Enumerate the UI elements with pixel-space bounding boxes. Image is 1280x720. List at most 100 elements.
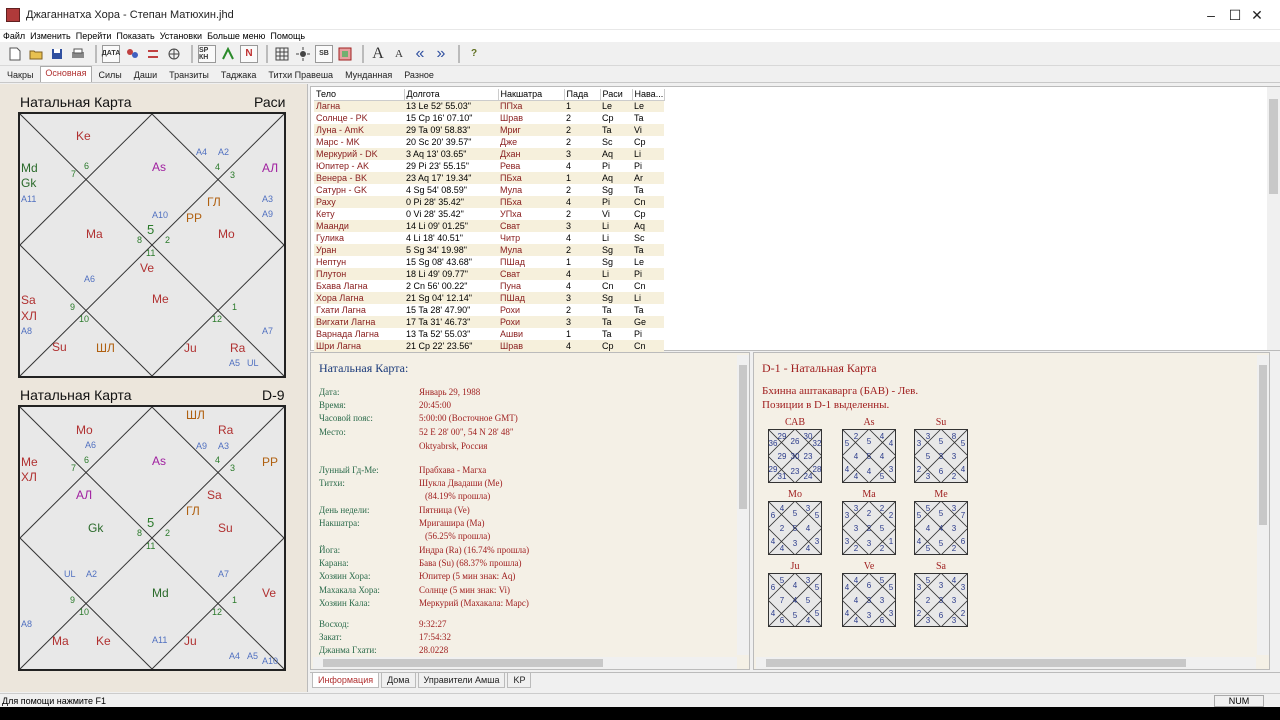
tab-main[interactable]: Основная bbox=[40, 66, 92, 82]
table-row[interactable]: Раху 0 Pi 28' 35.42" ПБха 4 Pi Cn bbox=[314, 196, 664, 208]
menu-edit[interactable]: Изменить bbox=[30, 31, 71, 41]
tab-mundane[interactable]: Мунданная bbox=[340, 68, 397, 82]
table-row[interactable]: Гулика 4 Li 18' 40.51" Читр 4 Li Sc bbox=[314, 232, 664, 244]
kundli-icon[interactable] bbox=[336, 45, 354, 63]
table-row[interactable]: Юпитер - AK 29 Pi 23' 55.15" Рева 4 Pi Pi bbox=[314, 160, 664, 172]
save-icon[interactable] bbox=[48, 45, 66, 63]
table-cell: ПШад bbox=[498, 256, 564, 268]
table-scroll-thumb[interactable] bbox=[1269, 99, 1278, 194]
bav-chart[interactable]: Me 5 5 3 5 7 4 3 4 6 5 2 5 4 bbox=[914, 489, 968, 555]
menu-goto[interactable]: Перейти bbox=[76, 31, 112, 41]
sp-kn-button[interactable]: SP КН bbox=[198, 44, 216, 63]
col-body[interactable]: Тело bbox=[314, 89, 405, 101]
table-cell: Вигхати Лагна bbox=[314, 316, 404, 328]
menu-settings[interactable]: Установки bbox=[160, 31, 202, 41]
font-larger-button[interactable]: A bbox=[369, 45, 387, 63]
table-row[interactable]: Плутон 18 Li 49' 09.77" Сват 4 Li Pi bbox=[314, 268, 664, 280]
info-value: Шукла Двадаши (Me) bbox=[419, 478, 503, 488]
chart-label: UL bbox=[64, 569, 76, 579]
menu-file[interactable]: Файл bbox=[3, 31, 25, 41]
table-cell: Ta bbox=[600, 316, 632, 328]
n-button[interactable]: N bbox=[240, 44, 258, 63]
table-row[interactable]: Варнада Лагна 13 Ta 52' 55.03" Ашви 1 Ta Pi bbox=[314, 328, 664, 340]
col-pada[interactable]: Пада bbox=[564, 89, 601, 101]
table-row[interactable]: Кету 0 Vi 28' 35.42" УПха 2 Vi Cp bbox=[314, 208, 664, 220]
table-row[interactable]: Маанди 14 Li 09' 01.25" Сват 3 Li Aq bbox=[314, 220, 664, 232]
tab-amsha-lords[interactable]: Управители Амша bbox=[417, 673, 506, 688]
menu-view[interactable]: Показать bbox=[116, 31, 154, 41]
font-smaller-button[interactable]: A bbox=[390, 45, 408, 63]
col-nakshatra[interactable]: Накшатра bbox=[498, 89, 565, 101]
chart-label: 6 bbox=[84, 455, 89, 465]
transfer-icon[interactable] bbox=[144, 45, 162, 63]
info-hscrollbar[interactable] bbox=[313, 657, 737, 669]
people-icon[interactable] bbox=[123, 45, 141, 63]
chart-label: 11 bbox=[146, 248, 155, 258]
table-scrollbar[interactable] bbox=[1267, 87, 1280, 350]
help-icon[interactable]: ? bbox=[465, 45, 483, 63]
bav-chart[interactable]: САВ 26 29 30 36 32 29 23 29 28 31 24 23 30 bbox=[768, 417, 822, 483]
info-hscroll-thumb[interactable] bbox=[323, 659, 603, 667]
table-row[interactable]: Хора Лагна 21 Sg 04' 12.14" ПШад 3 Sg Li bbox=[314, 292, 664, 304]
tab-tajaka[interactable]: Таджака bbox=[216, 68, 262, 82]
chart-tool-icon[interactable] bbox=[219, 45, 237, 63]
bav-scrollbar[interactable] bbox=[1257, 355, 1269, 655]
tab-transits[interactable]: Транзиты bbox=[164, 68, 214, 82]
tab-kp[interactable]: KP bbox=[507, 673, 532, 688]
table-row[interactable]: Меркурий - DK 3 Aq 13' 03.65" Дхан 3 Aq Li bbox=[314, 148, 664, 160]
tab-tithi-pravesha[interactable]: Титхи Правеша bbox=[263, 68, 338, 82]
prev-button[interactable]: « bbox=[411, 45, 429, 63]
tab-misc[interactable]: Разное bbox=[399, 68, 439, 82]
info-value: 20:45:00 bbox=[419, 400, 452, 410]
bav-chart-number: 36 bbox=[769, 439, 778, 448]
info-scroll-thumb[interactable] bbox=[739, 365, 747, 509]
table-row[interactable]: Гхати Лагна 15 Ta 28' 47.90" Рохи 2 Ta Ta bbox=[314, 304, 664, 316]
bav-chart[interactable]: Sa 3 5 4 3 3 2 3 2 2 3 3 6 3 bbox=[914, 561, 968, 627]
col-longitude[interactable]: Долгота bbox=[404, 89, 499, 101]
info-scrollbar[interactable] bbox=[737, 355, 749, 655]
tab-strengths[interactable]: Силы bbox=[94, 68, 127, 82]
print-icon[interactable] bbox=[69, 45, 87, 63]
bav-chart-number: 4 bbox=[854, 596, 859, 605]
sb-button[interactable]: SB bbox=[315, 44, 333, 63]
table-row[interactable]: Сатурн - GK 4 Sg 54' 08.59" Мула 2 Sg Ta bbox=[314, 184, 664, 196]
table-row[interactable]: Уран 5 Sg 34' 19.98" Мула 2 Sg Ta bbox=[314, 244, 664, 256]
bav-hscroll-thumb[interactable] bbox=[766, 659, 1186, 667]
col-navamsa[interactable]: Нава... bbox=[632, 89, 665, 101]
globe-icon[interactable] bbox=[165, 45, 183, 63]
bav-chart[interactable]: Su 5 3 8 3 5 5 3 2 4 3 2 6 3 bbox=[914, 417, 968, 483]
tab-dashas[interactable]: Даши bbox=[129, 68, 162, 82]
table-row[interactable]: Шри Лагна 21 Cp 22' 23.56" Шрав 4 Cp Cn bbox=[314, 340, 664, 352]
bav-chart-label: Ve bbox=[863, 561, 875, 572]
open-folder-icon[interactable] bbox=[27, 45, 45, 63]
next-button[interactable]: » bbox=[432, 45, 450, 63]
table-row[interactable]: Марс - MK 20 Sc 20' 39.57" Дже 2 Sc Cp bbox=[314, 136, 664, 148]
tab-houses[interactable]: Дома bbox=[381, 673, 416, 688]
table-row[interactable]: Вигхати Лагна 17 Ta 31' 46.73" Рохи 3 Ta Ge bbox=[314, 316, 664, 328]
close-button[interactable]: ✕ bbox=[1234, 0, 1280, 30]
bav-chart[interactable]: As 5 2 4 5 4 4 4 4 3 4 5 4 5 bbox=[842, 417, 896, 483]
table-row[interactable]: Луна - AmK 29 Ta 09' 58.83" Мриг 2 Ta Vi bbox=[314, 124, 664, 136]
bav-scroll-thumb[interactable] bbox=[1259, 365, 1267, 525]
bav-chart[interactable]: Ve 6 4 5 4 5 4 3 4 3 4 6 3 3 bbox=[842, 561, 896, 627]
tab-information[interactable]: Информация bbox=[312, 673, 380, 688]
grid-icon[interactable] bbox=[273, 45, 291, 63]
navamsa-chart[interactable]: ШЛ Mo A6 Ra A9 A3 MeХЛ 67 As 43 PP АЛ Sa Gk 58 2 ГЛ Su 11 U… bbox=[18, 405, 286, 671]
table-row[interactable]: Бхава Лагна 2 Cn 56' 00.22" Пуна 4 Cn Cn bbox=[314, 280, 664, 292]
data-button[interactable]: ДАТА bbox=[102, 44, 120, 63]
rasi-chart[interactable]: Ke 67 As A4 A2 43 АЛ MdGk A11 A10 ГЛ PP A3 A9 Ma 58 2 Mo 1… bbox=[18, 112, 286, 378]
tab-chakras[interactable]: Чакры bbox=[2, 68, 38, 82]
bav-hscrollbar[interactable] bbox=[756, 657, 1256, 669]
table-row[interactable]: Нептун 15 Sg 08' 43.68" ПШад 1 Sg Le bbox=[314, 256, 664, 268]
bav-chart[interactable]: Mo 5 4 3 6 5 2 4 4 3 4 4 3 5 bbox=[768, 489, 822, 555]
menu-more[interactable]: Больше меню bbox=[207, 31, 265, 41]
col-rasi[interactable]: Раси bbox=[600, 89, 633, 101]
bav-chart[interactable]: Ju 4 5 3 6 5 7 5 4 5 6 4 5 4 bbox=[768, 561, 822, 627]
bav-chart[interactable]: Ma 2 3 2 3 2 3 5 3 1 2 2 3 2 bbox=[842, 489, 896, 555]
table-row[interactable]: Солнце - PK 15 Cp 16' 07.10" Шрав 2 Cp Ta bbox=[314, 112, 664, 124]
table-row[interactable]: Лагна 13 Le 52' 55.03" ППха 1 Le Le bbox=[314, 100, 664, 112]
table-row[interactable]: Венера - BK 23 Aq 17' 19.34" ПБха 1 Aq Ar bbox=[314, 172, 664, 184]
new-file-icon[interactable] bbox=[6, 45, 24, 63]
sun-icon[interactable] bbox=[294, 45, 312, 63]
menu-help[interactable]: Помощь bbox=[270, 31, 305, 41]
